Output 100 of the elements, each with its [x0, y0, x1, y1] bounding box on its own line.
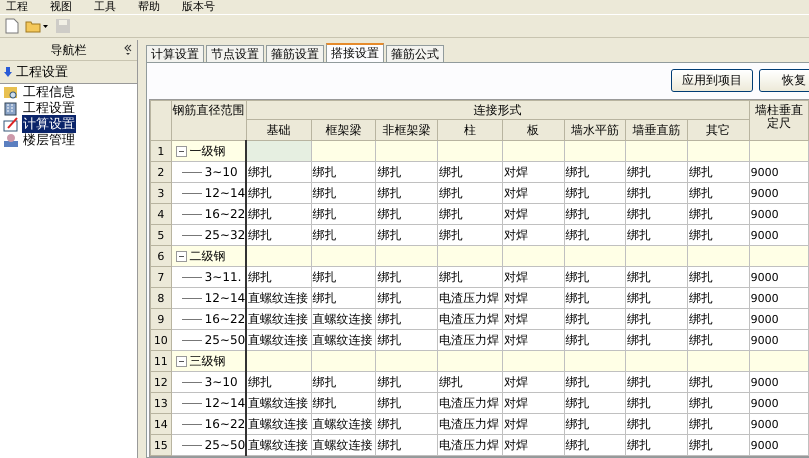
table-cell: 9000 — [749, 308, 808, 330]
table-cell: 9000 — [749, 330, 808, 350]
table-cell: 绑扎 — [564, 434, 626, 456]
table-cell: 绑扎 — [564, 330, 626, 350]
row-number: 6 — [150, 246, 172, 266]
table-cell: 绑扎 — [246, 224, 312, 246]
table-cell: 绑扎 — [626, 392, 688, 414]
column-header: 墙垂直筋 — [626, 120, 688, 140]
menu-item[interactable]: 视图 — [50, 1, 72, 13]
menu-item[interactable]: 帮助 — [138, 1, 160, 13]
row-number: 1 — [150, 140, 172, 162]
table-cell: 9000 — [749, 224, 808, 246]
table-cell: 对焊 — [502, 434, 564, 456]
table-cell: 绑扎 — [626, 434, 688, 456]
collapse-icon[interactable] — [176, 250, 187, 262]
tab[interactable]: 箍筋公式 — [386, 45, 444, 62]
action-button[interactable]: 恢复 — [759, 69, 809, 92]
tab[interactable]: 节点设置 — [206, 45, 264, 62]
table-cell: 绑扎 — [246, 182, 312, 204]
row-number: 10 — [150, 330, 172, 350]
table-cell: 绑扎 — [438, 224, 502, 246]
table-cell: 绑扎 — [438, 182, 502, 204]
table-cell: 绑扎 — [438, 204, 502, 224]
nav-item[interactable]: 工程设置 — [22, 99, 76, 117]
table-cell: 电渣压力焊 — [438, 434, 502, 456]
table-cell: 绑扎 — [311, 288, 376, 308]
table-cell: 绑扎 — [246, 266, 312, 288]
folder-search-icon — [3, 84, 19, 100]
row-number: 5 — [150, 224, 172, 246]
tab[interactable]: 搭接设置 — [326, 43, 384, 62]
column-header: 板 — [502, 120, 564, 140]
row-number: 8 — [150, 288, 172, 308]
diameter-range: 25~50 — [204, 333, 246, 347]
table-cell: 9000 — [749, 392, 808, 414]
table-cell: 直螺纹连接 — [246, 288, 312, 308]
table-cell: 对焊 — [502, 266, 564, 288]
table-cell: 绑扎 — [564, 182, 626, 204]
collapse-icon[interactable] — [176, 356, 187, 366]
table-cell: 对焊 — [502, 204, 564, 224]
table-cell: 9000 — [749, 204, 808, 224]
table-cell: 对焊 — [502, 288, 564, 308]
table-cell: 9000 — [749, 288, 808, 308]
table-cell: 绑扎 — [687, 204, 750, 224]
table-cell: 直螺纹连接 — [311, 434, 376, 456]
table-cell: 绑扎 — [626, 414, 688, 434]
tab[interactable]: 箍筋设置 — [266, 45, 324, 62]
tab[interactable]: 计算设置 — [146, 45, 204, 62]
table-cell: 绑扎 — [438, 162, 502, 182]
table-cell: 绑扎 — [376, 308, 438, 330]
menu-item[interactable]: 工具 — [94, 1, 116, 13]
tree-group-label: 三级钢 — [190, 352, 226, 370]
building-icon — [3, 100, 19, 116]
action-button[interactable]: 应用到项目 — [671, 69, 753, 92]
table-cell: 绑扎 — [376, 224, 438, 246]
collapse-panel-icon[interactable] — [124, 44, 132, 56]
table-cell: 绑扎 — [376, 372, 438, 392]
column-header: 钢筋直径范围 — [171, 100, 246, 140]
table-cell: 绑扎 — [246, 162, 312, 182]
table-cell: 9000 — [749, 414, 808, 434]
column-group-header: 连接形式 — [246, 100, 750, 120]
nav-item[interactable]: 楼层管理 — [22, 131, 76, 149]
diameter-range: 25~32 — [204, 228, 246, 242]
table-cell: 对焊 — [502, 372, 564, 392]
table-cell: 绑扎 — [564, 162, 626, 182]
table-cell: 直螺纹连接 — [246, 330, 312, 350]
table-cell: 绑扎 — [246, 204, 312, 224]
table-cell: 绑扎 — [626, 288, 688, 308]
column-header: 非框架梁 — [376, 120, 438, 140]
column-header: 柱 — [438, 120, 502, 140]
table-cell: 绑扎 — [376, 182, 438, 204]
nav-item[interactable]: 工程信息 — [22, 83, 76, 101]
table-cell: 绑扎 — [376, 204, 438, 224]
table-cell: 绑扎 — [246, 372, 312, 392]
table-cell: 绑扎 — [626, 266, 688, 288]
table-cell: 绑扎 — [376, 392, 438, 414]
table-cell: 绑扎 — [438, 372, 502, 392]
toolbar-button[interactable] — [4, 16, 20, 36]
table-cell: 9000 — [749, 182, 808, 204]
table-cell: 绑扎 — [311, 372, 376, 392]
table-cell: 绑扎 — [311, 266, 376, 288]
table-cell: 绑扎 — [687, 414, 750, 434]
row-number: 7 — [150, 266, 172, 288]
table-cell: 绑扎 — [626, 308, 688, 330]
row-number: 9 — [150, 308, 172, 330]
table-cell: 绑扎 — [687, 162, 750, 182]
menu-item[interactable]: 版本号 — [182, 1, 215, 13]
menu-item[interactable]: 工程 — [6, 1, 28, 13]
table-cell: 绑扎 — [564, 224, 626, 246]
row-number: 11 — [150, 350, 172, 372]
table-cell: 9000 — [749, 162, 808, 182]
table-cell: 直螺纹连接 — [246, 434, 312, 456]
nav-item[interactable]: 计算设置 — [22, 115, 76, 133]
table-cell: 绑扎 — [564, 308, 626, 330]
table-cell: 绑扎 — [376, 414, 438, 434]
diameter-range: 16~22 — [204, 417, 246, 431]
table-cell: 绑扎 — [626, 224, 688, 246]
row-number: 12 — [150, 372, 172, 392]
collapse-icon[interactable] — [176, 146, 187, 156]
column-header: 墙水平筋 — [564, 120, 626, 140]
table-cell: 绑扎 — [311, 162, 376, 182]
